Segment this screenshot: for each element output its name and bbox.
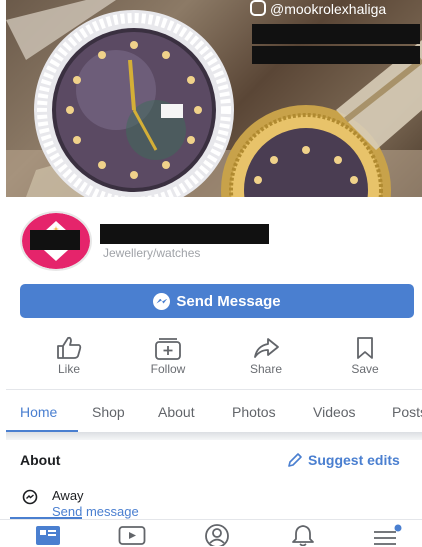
redaction-bar <box>30 230 80 250</box>
page-tabs: Home Shop About Photos Videos Posts <box>0 396 422 432</box>
messenger-icon <box>153 292 171 310</box>
tab-about[interactable]: About <box>158 404 195 420</box>
availability-status: Away <box>52 488 84 503</box>
tab-photos[interactable]: Photos <box>232 404 276 420</box>
follow-button[interactable]: Follow <box>133 336 203 376</box>
redaction-bar <box>252 24 420 44</box>
divider <box>6 389 422 390</box>
like-button[interactable]: Like <box>34 336 104 376</box>
tabs-separator <box>6 432 422 440</box>
cover-photo[interactable]: @mookrolexhaliga <box>6 0 422 197</box>
save-label: Save <box>351 362 379 376</box>
follow-icon <box>155 338 181 360</box>
pencil-icon <box>288 453 302 467</box>
page-avatar[interactable] <box>20 211 92 271</box>
send-message-label: Send Message <box>176 292 281 310</box>
instagram-handle: @mookrolexhaliga <box>250 0 422 18</box>
menu-badge <box>394 524 402 532</box>
tab-posts[interactable]: Posts <box>392 404 422 420</box>
nav-notifications[interactable] <box>290 524 316 547</box>
share-icon <box>254 338 279 358</box>
suggest-edits-link[interactable]: Suggest edits <box>287 452 400 468</box>
nav-watch[interactable] <box>118 524 146 547</box>
about-section-title: About <box>20 452 61 468</box>
page-category: Jewellery/watches <box>103 246 201 260</box>
instagram-icon <box>250 0 266 16</box>
suggest-edits-label: Suggest edits <box>308 452 400 468</box>
nav-news-feed[interactable] <box>35 524 61 547</box>
share-label: Share <box>249 362 283 376</box>
nav-profile[interactable] <box>203 524 231 547</box>
tab-videos[interactable]: Videos <box>313 404 356 420</box>
menu-icon <box>374 524 402 545</box>
like-label: Like <box>57 362 80 376</box>
profile-icon <box>205 524 229 547</box>
follow-label: Follow <box>150 362 186 376</box>
watch-video-icon <box>118 526 146 545</box>
messenger-status-icon <box>22 489 38 505</box>
tab-home[interactable]: Home <box>20 404 57 420</box>
save-button[interactable]: Save <box>330 336 400 376</box>
send-message-button[interactable]: Send Message <box>20 284 414 318</box>
share-button[interactable]: Share <box>231 336 301 376</box>
news-feed-icon <box>36 526 60 545</box>
nav-menu[interactable] <box>372 524 404 547</box>
page-actions: Like Follow Share Save <box>0 336 422 380</box>
thumbs-up-icon <box>57 336 82 359</box>
notifications-bell-icon <box>292 525 314 547</box>
page-name-redacted <box>100 224 269 244</box>
bottom-navigation <box>0 519 422 547</box>
tab-shop[interactable]: Shop <box>92 404 125 420</box>
bookmark-icon <box>357 337 373 359</box>
redaction-bar <box>252 46 420 64</box>
